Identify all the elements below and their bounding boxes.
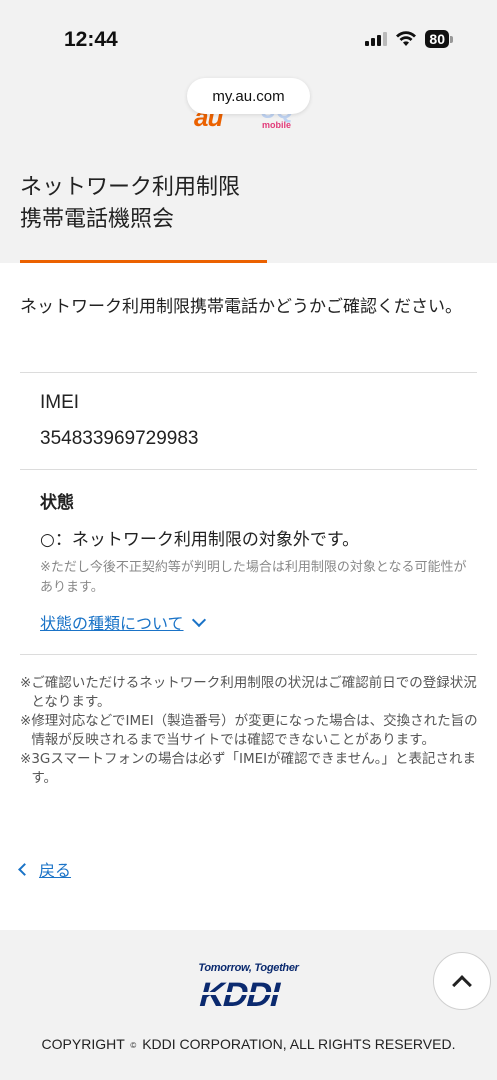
back-label: 戻る <box>39 861 72 880</box>
status-result: ○：ネットワーク利用制限の対象外です。 <box>40 530 360 550</box>
page-title-line1: ネットワーク利用制限 <box>20 175 241 200</box>
signal-icon <box>365 32 388 46</box>
copyright-post: KDDI CORPORATION, ALL RIGHTS RESERVED. <box>142 1036 456 1052</box>
note-item: ※ ご確認いただけるネットワーク利用制限の状況はご確認前日での登録状況となります… <box>20 674 480 712</box>
status-time: 12:44 <box>64 28 118 51</box>
note-text: ご確認いただけるネットワーク利用制限の状況はご確認前日での登録状況となります。 <box>31 675 477 710</box>
url-bar[interactable]: my.au.com <box>187 78 310 114</box>
divider <box>20 654 477 655</box>
divider <box>20 372 477 373</box>
status-bar: 12:44 80 <box>0 0 497 76</box>
uq-logo-sub: mobile <box>262 120 292 130</box>
footer: Tomorrow, Together KDDI COPYRIGHT © KDDI… <box>0 930 497 1080</box>
imei-value: 354833969729983 <box>40 428 199 449</box>
status-icons: 80 <box>365 30 453 48</box>
imei-label: IMEI <box>40 392 80 413</box>
divider <box>20 469 477 470</box>
note-item: ※ 修理対応などでIMEI（製造番号）が変更になった場合は、交換された旨の情報が… <box>20 712 480 750</box>
title-underline <box>20 260 267 263</box>
status-types-link[interactable]: 状態の種類について <box>40 610 206 634</box>
note-item: ※ 3Gスマートフォンの場合は必ず「IMEIが確認できません。」と表記されます。 <box>20 750 480 788</box>
browser-header: au UQ mobile my.au.com <box>0 76 497 146</box>
note-mark: ※ <box>20 713 32 729</box>
note-text: 修理対応などでIMEI（製造番号）が変更になった場合は、交換された旨の情報が反映… <box>31 713 478 748</box>
battery-icon: 80 <box>425 30 453 48</box>
battery-tip <box>450 35 453 43</box>
copyright-pre: COPYRIGHT <box>41 1036 125 1052</box>
page-title: ネットワーク利用制限 携帯電話機照会 <box>20 172 240 236</box>
battery-level: 80 <box>425 30 449 48</box>
status-note: ※ただし今後不正契約等が判明した場合は利用制限の対象となる可能性があります。 <box>40 560 467 595</box>
wifi-icon <box>396 31 417 46</box>
notes-list: ※ ご確認いただけるネットワーク利用制限の状況はご確認前日での登録状況となります… <box>20 674 480 788</box>
chevron-left-icon <box>18 862 31 876</box>
back-link[interactable]: 戻る <box>18 857 72 881</box>
intro-text: ネットワーク利用制限携帯電話かどうかご確認ください。 <box>20 297 462 317</box>
status-label: 状態 <box>40 493 74 513</box>
kddi-slogan: Tomorrow, Together <box>198 962 299 974</box>
copyright: COPYRIGHT © KDDI CORPORATION, ALL RIGHTS… <box>0 1036 497 1052</box>
copyright-mark: © <box>130 1040 137 1050</box>
note-text: 3Gスマートフォンの場合は必ず「IMEIが確認できません。」と表記されます。 <box>31 751 476 786</box>
page-title-line2: 携帯電話機照会 <box>20 207 175 232</box>
chevron-down-icon <box>191 612 206 627</box>
note-mark: ※ <box>20 751 32 767</box>
status-types-label: 状態の種類について <box>40 614 184 633</box>
scroll-to-top-button[interactable] <box>433 952 491 1010</box>
title-section: ネットワーク利用制限 携帯電話機照会 <box>0 146 497 263</box>
chevron-up-icon <box>452 974 472 995</box>
note-mark: ※ <box>20 675 32 691</box>
kddi-logo: KDDI <box>193 976 303 1012</box>
